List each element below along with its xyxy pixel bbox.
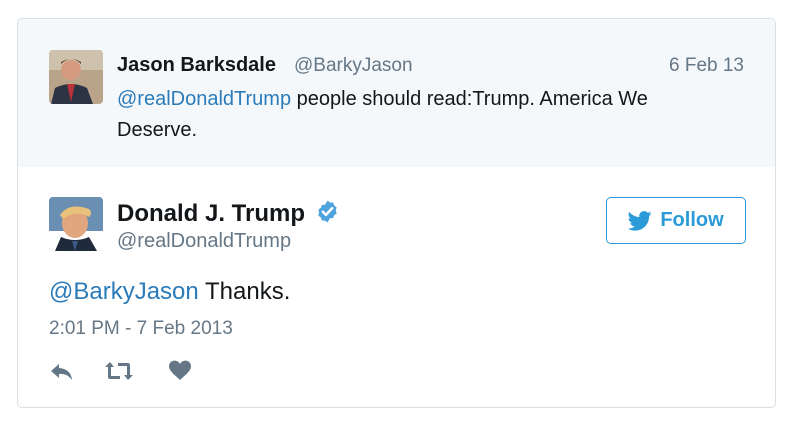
verified-badge-icon <box>315 199 340 224</box>
main-tweet-body: Thanks. <box>198 278 291 305</box>
follow-button-label: Follow <box>660 209 724 231</box>
main-author-name[interactable]: Donald J. Trump <box>117 200 305 228</box>
embedded-tweet-card: Jason Barksdale @BarkyJason 6 Feb 13 @re… <box>17 18 776 408</box>
parent-author-name[interactable]: Jason Barksdale <box>117 54 276 77</box>
avatar-donald-trump[interactable] <box>49 197 103 251</box>
parent-tweet-date[interactable]: 6 Feb 13 <box>669 55 744 77</box>
parent-tweet[interactable]: Jason Barksdale @BarkyJason 6 Feb 13 @re… <box>18 19 775 167</box>
retweet-icon[interactable] <box>104 359 134 383</box>
main-mention-link[interactable]: @BarkyJason <box>49 278 199 305</box>
reply-icon[interactable] <box>49 359 75 383</box>
avatar-jason-barksdale[interactable] <box>49 50 103 104</box>
main-author-handle[interactable]: @realDonaldTrump <box>117 230 291 253</box>
parent-author-handle[interactable]: @BarkyJason <box>294 55 413 77</box>
main-tweet-text: @BarkyJason Thanks. <box>49 278 290 306</box>
heart-icon[interactable] <box>168 359 192 383</box>
twitter-bird-icon <box>628 210 652 231</box>
parent-tweet-text: @realDonaldTrump people should read:Trum… <box>117 84 717 146</box>
tweet-timestamp[interactable]: 2:01 PM - 7 Feb 2013 <box>49 318 233 340</box>
parent-mention-link[interactable]: @realDonaldTrump <box>117 88 291 110</box>
follow-button[interactable]: Follow <box>606 197 746 244</box>
